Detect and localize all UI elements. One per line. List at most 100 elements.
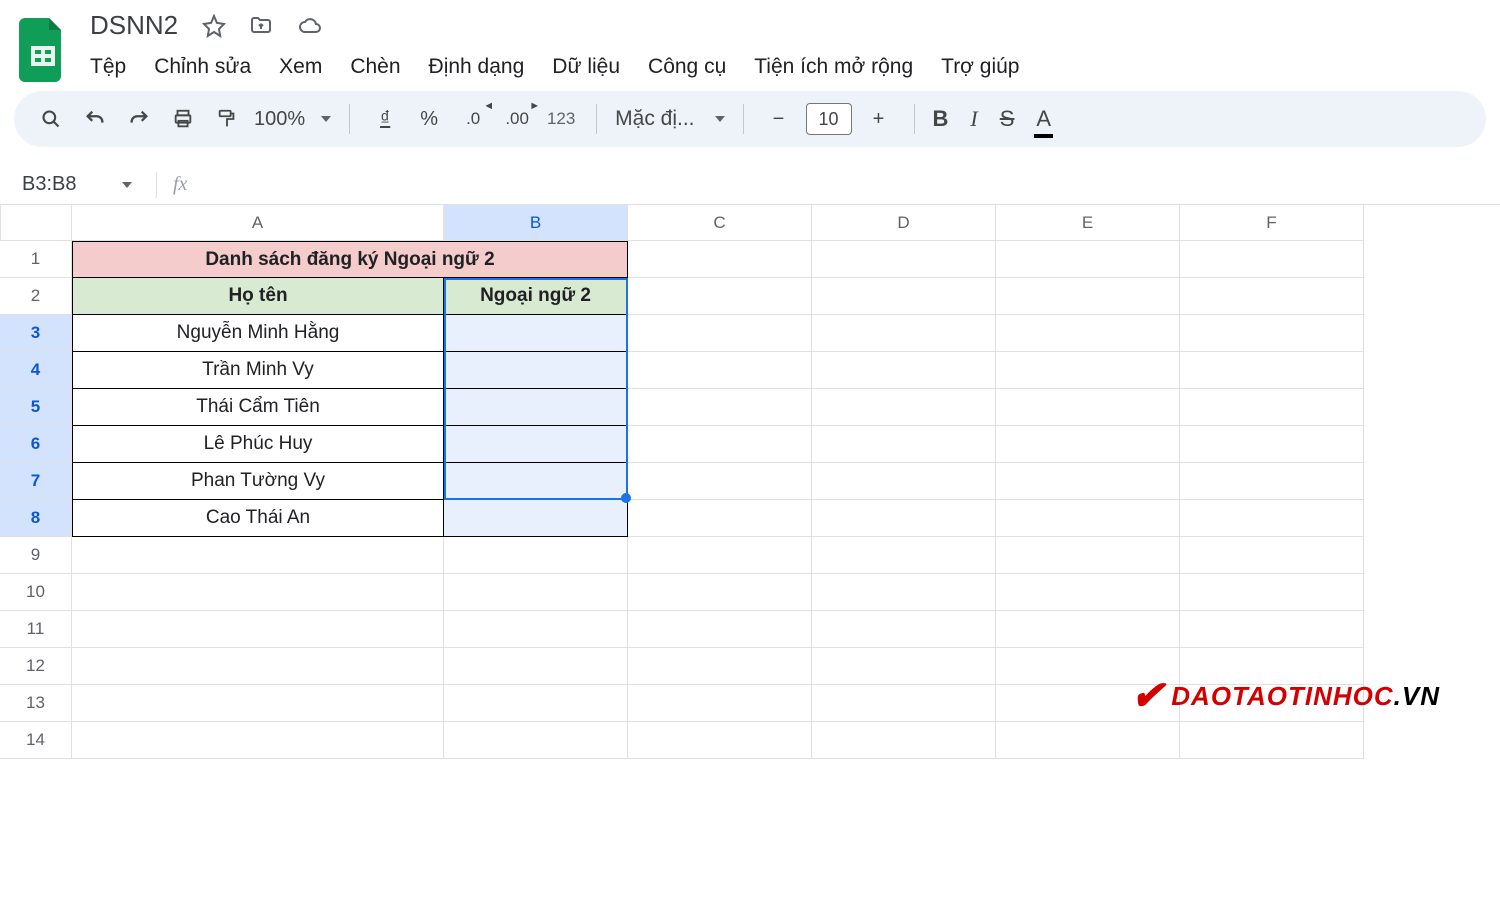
menu-help[interactable]: Trợ giúp bbox=[941, 55, 1019, 79]
cell-E5[interactable] bbox=[996, 389, 1180, 426]
cell-E3[interactable] bbox=[996, 315, 1180, 352]
cell-C12[interactable] bbox=[628, 648, 812, 685]
cell-C13[interactable] bbox=[628, 685, 812, 722]
cell-E7[interactable] bbox=[996, 463, 1180, 500]
cell-C11[interactable] bbox=[628, 611, 812, 648]
cell-D11[interactable] bbox=[812, 611, 996, 648]
font-family-select[interactable]: Mặc đị... bbox=[615, 107, 694, 131]
cell-F5[interactable] bbox=[1180, 389, 1364, 426]
cell-B8[interactable] bbox=[444, 500, 628, 537]
cell-B10[interactable] bbox=[444, 574, 628, 611]
cell-C8[interactable] bbox=[628, 500, 812, 537]
cell-E11[interactable] bbox=[996, 611, 1180, 648]
font-size-decrease-button[interactable]: − bbox=[762, 102, 796, 136]
menu-data[interactable]: Dữ liệu bbox=[552, 55, 620, 79]
cell-D7[interactable] bbox=[812, 463, 996, 500]
cell-D3[interactable] bbox=[812, 315, 996, 352]
cell-B7[interactable] bbox=[444, 463, 628, 500]
cell-A8[interactable]: Cao Thái An bbox=[72, 500, 444, 537]
cell-A12[interactable] bbox=[72, 648, 444, 685]
chevron-down-icon[interactable] bbox=[122, 182, 132, 188]
cell-B9[interactable] bbox=[444, 537, 628, 574]
cell-A6[interactable]: Lê Phúc Huy bbox=[72, 426, 444, 463]
format-123-button[interactable]: 123 bbox=[544, 102, 578, 136]
col-header-A[interactable]: A bbox=[72, 205, 444, 241]
zoom-value[interactable]: 100% bbox=[254, 108, 305, 131]
cell-D13[interactable] bbox=[812, 685, 996, 722]
cell-A4[interactable]: Trần Minh Vy bbox=[72, 352, 444, 389]
row-header-11[interactable]: 11 bbox=[0, 611, 72, 648]
cell-E10[interactable] bbox=[996, 574, 1180, 611]
cell-D14[interactable] bbox=[812, 722, 996, 759]
cell-D8[interactable] bbox=[812, 500, 996, 537]
col-header-F[interactable]: F bbox=[1180, 205, 1364, 241]
row-header-1[interactable]: 1 bbox=[0, 241, 72, 278]
cell-A11[interactable] bbox=[72, 611, 444, 648]
menu-view[interactable]: Xem bbox=[279, 55, 322, 79]
col-header-D[interactable]: D bbox=[812, 205, 996, 241]
italic-button[interactable]: I bbox=[970, 106, 977, 132]
cell-B13[interactable] bbox=[444, 685, 628, 722]
menu-file[interactable]: Tệp bbox=[90, 55, 126, 79]
print-icon[interactable] bbox=[166, 102, 200, 136]
cell-B11[interactable] bbox=[444, 611, 628, 648]
chevron-down-icon[interactable] bbox=[715, 116, 725, 122]
chevron-down-icon[interactable] bbox=[321, 116, 331, 122]
menu-extensions[interactable]: Tiện ích mở rộng bbox=[754, 55, 913, 79]
menu-insert[interactable]: Chèn bbox=[350, 55, 400, 79]
cell-D9[interactable] bbox=[812, 537, 996, 574]
cell-E4[interactable] bbox=[996, 352, 1180, 389]
undo-icon[interactable] bbox=[78, 102, 112, 136]
cell-B6[interactable] bbox=[444, 426, 628, 463]
cloud-status-icon[interactable] bbox=[296, 14, 324, 38]
row-header-8[interactable]: 8 bbox=[0, 500, 72, 537]
cell-F9[interactable] bbox=[1180, 537, 1364, 574]
menu-format[interactable]: Định dạng bbox=[429, 55, 525, 79]
cell-D12[interactable] bbox=[812, 648, 996, 685]
cell-A13[interactable] bbox=[72, 685, 444, 722]
cell-F4[interactable] bbox=[1180, 352, 1364, 389]
font-size-input[interactable]: 10 bbox=[806, 103, 852, 135]
row-header-6[interactable]: 6 bbox=[0, 426, 72, 463]
cell-C14[interactable] bbox=[628, 722, 812, 759]
cell-A2[interactable]: Họ tên bbox=[72, 278, 444, 315]
col-header-B[interactable]: B bbox=[444, 205, 628, 241]
cell-F2[interactable] bbox=[1180, 278, 1364, 315]
cell-E14[interactable] bbox=[996, 722, 1180, 759]
cell-D10[interactable] bbox=[812, 574, 996, 611]
cell-C3[interactable] bbox=[628, 315, 812, 352]
row-header-10[interactable]: 10 bbox=[0, 574, 72, 611]
cell-F11[interactable] bbox=[1180, 611, 1364, 648]
cell-E1[interactable] bbox=[996, 241, 1180, 278]
cell-E9[interactable] bbox=[996, 537, 1180, 574]
redo-icon[interactable] bbox=[122, 102, 156, 136]
name-box[interactable]: B3:B8 bbox=[22, 173, 76, 196]
formula-bar-input[interactable] bbox=[187, 165, 1500, 204]
row-header-12[interactable]: 12 bbox=[0, 648, 72, 685]
cell-D1[interactable] bbox=[812, 241, 996, 278]
cell-C7[interactable] bbox=[628, 463, 812, 500]
row-header-2[interactable]: 2 bbox=[0, 278, 72, 315]
cell-E6[interactable] bbox=[996, 426, 1180, 463]
row-header-5[interactable]: 5 bbox=[0, 389, 72, 426]
cell-E2[interactable] bbox=[996, 278, 1180, 315]
cell-D2[interactable] bbox=[812, 278, 996, 315]
cell-B4[interactable] bbox=[444, 352, 628, 389]
cell-B3[interactable] bbox=[444, 315, 628, 352]
cell-A3[interactable]: Nguyễn Minh Hằng bbox=[72, 315, 444, 352]
menu-tools[interactable]: Công cụ bbox=[648, 55, 726, 79]
cell-B12[interactable] bbox=[444, 648, 628, 685]
cell-F3[interactable] bbox=[1180, 315, 1364, 352]
sheets-app-icon[interactable] bbox=[14, 10, 72, 90]
increase-decimal-button[interactable]: .00► bbox=[500, 102, 534, 136]
search-icon[interactable] bbox=[34, 102, 68, 136]
cell-C6[interactable] bbox=[628, 426, 812, 463]
cell-F1[interactable] bbox=[1180, 241, 1364, 278]
cell-C1[interactable] bbox=[628, 241, 812, 278]
cell-F7[interactable] bbox=[1180, 463, 1364, 500]
cell-C4[interactable] bbox=[628, 352, 812, 389]
row-header-13[interactable]: 13 bbox=[0, 685, 72, 722]
strikethrough-button[interactable]: S bbox=[1000, 106, 1015, 132]
row-header-14[interactable]: 14 bbox=[0, 722, 72, 759]
cell-D5[interactable] bbox=[812, 389, 996, 426]
